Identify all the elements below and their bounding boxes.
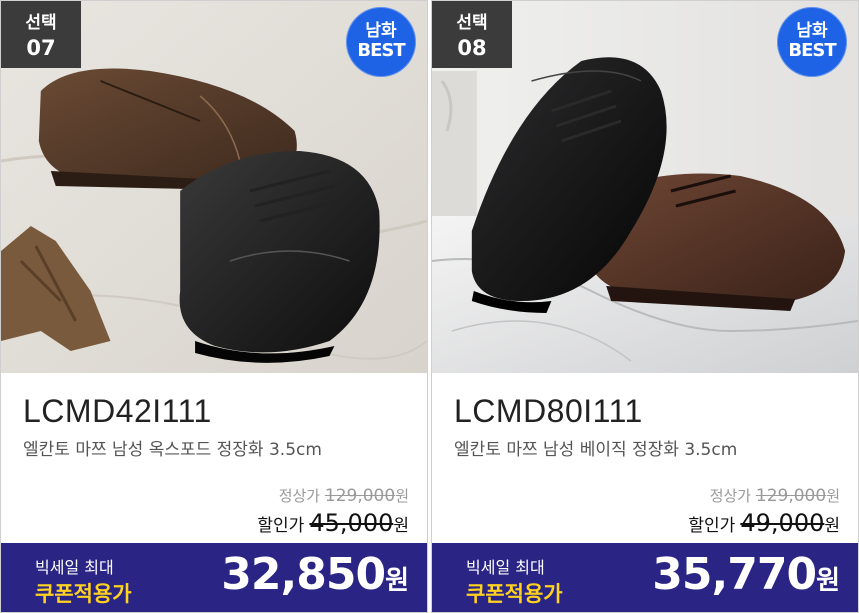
product-card[interactable]: 선택 07 남화 BEST LCMD42I111 엘칸토 마쯔 남성 옥스포드 … — [0, 0, 428, 613]
best-badge-label: BEST — [357, 39, 405, 61]
selection-badge: 선택 07 — [1, 1, 81, 68]
coupon-price-unit: 원 — [816, 566, 840, 596]
product-description[interactable]: 엘칸토 마쯔 남성 옥스포드 정장화 3.5cm — [23, 435, 322, 460]
list-price-value: 129,000 — [324, 486, 396, 506]
best-badge-category: 남화 — [365, 21, 397, 41]
best-badge: 남화 BEST — [777, 7, 847, 77]
best-badge: 남화 BEST — [346, 7, 416, 77]
sale-price-unit: 원 — [393, 516, 409, 536]
sale-price-unit: 원 — [824, 516, 840, 536]
list-price-unit: 원 — [395, 487, 409, 505]
sale-price-label: 할인가 — [688, 516, 736, 536]
product-grid: 선택 07 남화 BEST LCMD42I111 엘칸토 마쯔 남성 옥스포드 … — [0, 0, 859, 613]
coupon-price: 35,770원 — [652, 549, 840, 600]
product-info: LCMD80I111 엘칸토 마쯔 남성 베이직 정장화 3.5cm 정상가 1… — [432, 373, 858, 545]
best-badge-category: 남화 — [796, 21, 828, 41]
selection-number: 07 — [26, 36, 56, 60]
sale-price: 할인가 45,000원 — [257, 509, 409, 537]
selection-label: 선택 — [456, 13, 488, 33]
list-price: 정상가 129,000원 — [279, 485, 409, 506]
coupon-price-value: 32,850 — [221, 549, 386, 600]
coupon-price-bar[interactable]: 빅세일 최대 쿠폰적용가 32,850원 — [1, 543, 427, 612]
coupon-price-unit: 원 — [385, 566, 409, 596]
product-model[interactable]: LCMD80I111 — [454, 393, 643, 430]
coupon-max-label: 빅세일 최대 — [466, 558, 545, 577]
best-badge-label: BEST — [788, 39, 836, 61]
coupon-price-label: 쿠폰적용가 — [35, 582, 132, 606]
list-price-unit: 원 — [826, 487, 840, 505]
coupon-price-bar[interactable]: 빅세일 최대 쿠폰적용가 35,770원 — [432, 543, 858, 612]
sale-price-value: 45,000 — [309, 509, 394, 537]
coupon-max-label: 빅세일 최대 — [35, 558, 114, 577]
list-price-value: 129,000 — [755, 486, 827, 506]
product-info: LCMD42I111 엘칸토 마쯔 남성 옥스포드 정장화 3.5cm 정상가 … — [1, 373, 427, 545]
product-model[interactable]: LCMD42I111 — [23, 393, 212, 430]
coupon-price-label: 쿠폰적용가 — [466, 582, 563, 606]
sale-price: 할인가 49,000원 — [688, 509, 840, 537]
coupon-price: 32,850원 — [221, 549, 409, 600]
coupon-price-value: 35,770 — [652, 549, 817, 600]
product-card[interactable]: 선택 08 남화 BEST LCMD80I111 엘칸토 마쯔 남성 베이직 정… — [431, 0, 859, 613]
sale-price-label: 할인가 — [257, 516, 305, 536]
list-price-label: 정상가 — [709, 487, 752, 505]
selection-label: 선택 — [25, 13, 57, 33]
selection-badge: 선택 08 — [432, 1, 512, 68]
selection-number: 08 — [457, 36, 487, 60]
list-price-label: 정상가 — [278, 487, 321, 505]
sale-price-value: 49,000 — [740, 509, 825, 537]
product-description[interactable]: 엘칸토 마쯔 남성 베이직 정장화 3.5cm — [454, 435, 737, 460]
list-price: 정상가 129,000원 — [710, 485, 840, 506]
